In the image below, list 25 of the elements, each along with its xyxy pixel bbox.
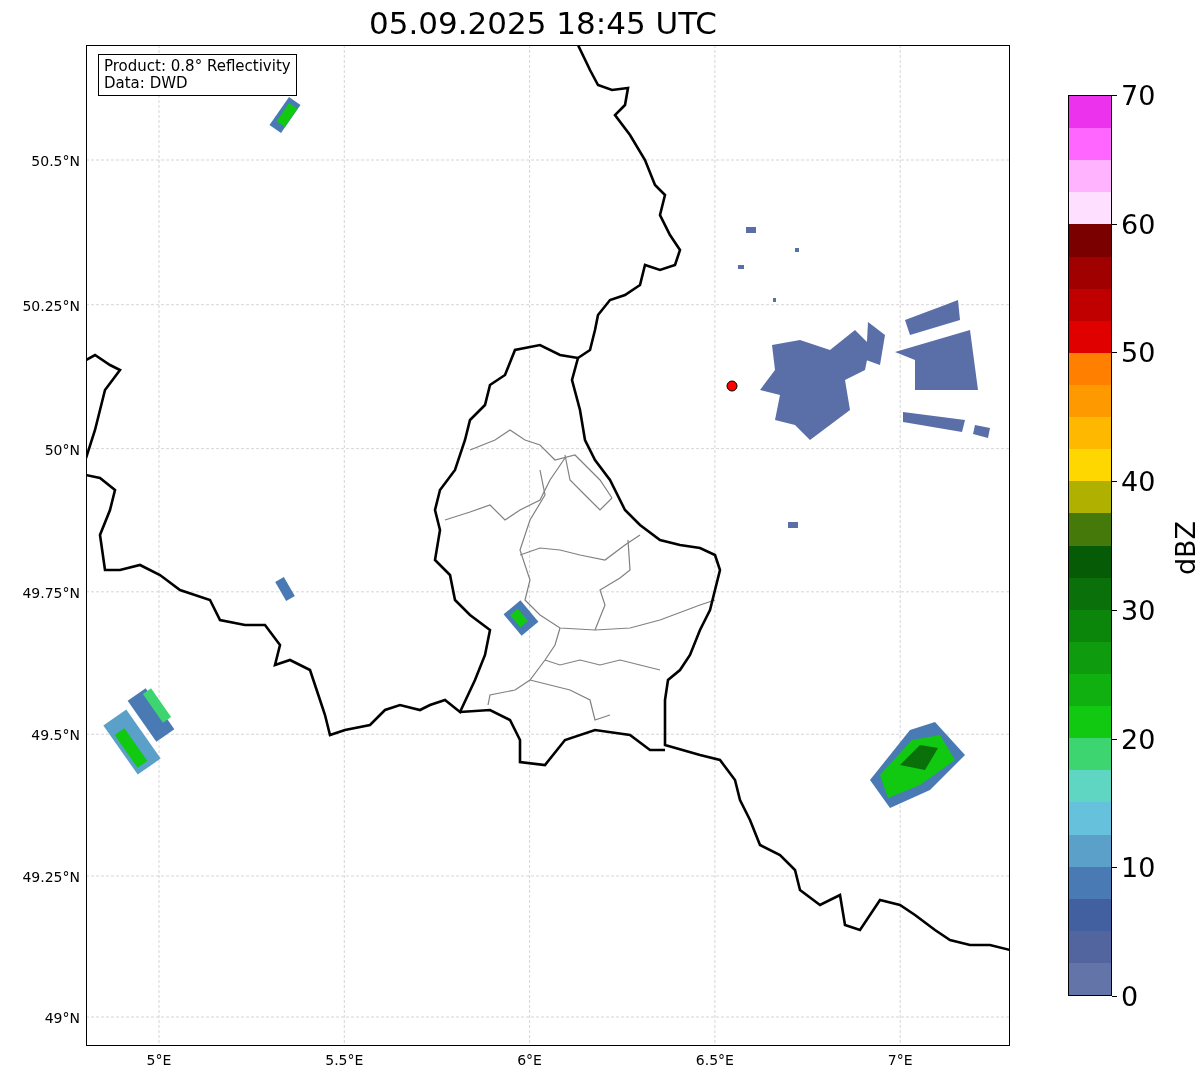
- latitude-label: 49.25°N: [22, 869, 80, 885]
- colorbar-tick-label: 30: [1121, 596, 1156, 624]
- latitude-label: 50°N: [44, 441, 80, 458]
- longitude-label: 5.5°E: [325, 1052, 364, 1068]
- plot-title: 05.09.2025 18:45 UTC: [369, 6, 717, 39]
- colorbar-tick-label: 0: [1121, 982, 1139, 1010]
- colorbar-tick-label: 70: [1121, 81, 1156, 109]
- colorbar-tick-label: 60: [1121, 210, 1156, 238]
- latitude-label: 49.75°N: [22, 584, 80, 601]
- colorbar-tick-label: 20: [1121, 725, 1156, 753]
- colorbar-label: dBZ: [1171, 520, 1199, 576]
- longitude-label: 5°E: [146, 1052, 172, 1068]
- annotation-text: Product: 0.8° Reflectivity: [104, 58, 291, 75]
- longitude-label: 6.5°E: [695, 1052, 734, 1068]
- colorbar-tick-label: 40: [1121, 467, 1156, 495]
- latitude-label: 49°N: [44, 1010, 80, 1026]
- latitude-label: 49.5°N: [31, 727, 80, 744]
- longitude-label: 6°E: [517, 1052, 542, 1068]
- radar-site-marker: [726, 380, 738, 392]
- colorbar-tick-label: 10: [1121, 853, 1156, 881]
- latitude-label: 50.25°N: [22, 297, 80, 314]
- longitude-label: 7°E: [887, 1052, 913, 1068]
- latitude-label: 50.5°N: [31, 153, 80, 169]
- annotation-text: Data: DWD: [104, 75, 189, 92]
- colorbar-tick-label: 50: [1121, 338, 1156, 366]
